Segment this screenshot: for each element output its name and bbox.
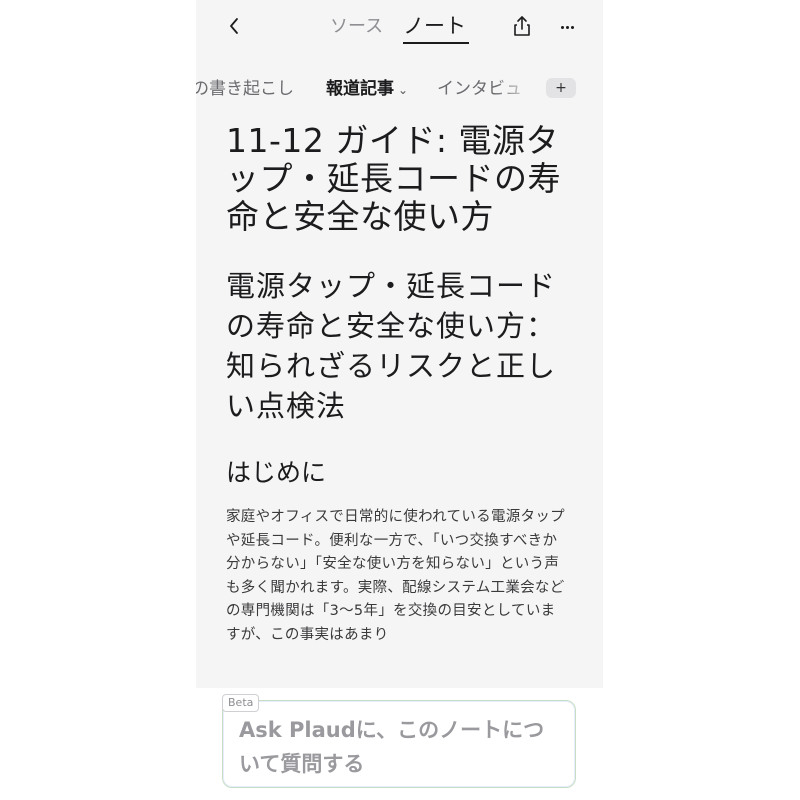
template-tab-news-article[interactable]: 報道記事 ⌄: [326, 74, 408, 99]
page-title: 11-12 ガイド: 電源タップ・延長コードの寿命と安全な使い方: [226, 121, 561, 236]
add-template-button[interactable]: +: [546, 78, 576, 98]
note-content: 11-12 ガイド: 電源タップ・延長コードの寿命と安全な使い方 電源タップ・延…: [226, 122, 566, 647]
more-button[interactable]: [556, 14, 578, 40]
template-tabs: の書き起こし 報道記事 ⌄ インタビュ +: [196, 70, 603, 102]
ask-panel: Ask Plaudに、このノートについて質問する Beta: [196, 688, 603, 800]
more-horizontal-icon: [560, 25, 564, 29]
ask-input[interactable]: Ask Plaudに、このノートについて質問する: [222, 700, 576, 788]
top-navigation: ソース ノート: [196, 0, 603, 52]
article-title: 電源タップ・延長コードの寿命と安全な使い方：知られざるリスクと正しい点検法: [226, 269, 557, 423]
share-button[interactable]: [511, 14, 535, 40]
template-tab-transcript[interactable]: の書き起こし: [196, 74, 294, 99]
ask-placeholder: Ask Plaudに、このノートについて質問する: [239, 718, 545, 776]
chevron-down-icon: ⌄: [398, 83, 409, 97]
share-icon: [514, 16, 530, 36]
active-tab-indicator: [403, 42, 469, 44]
chevron-left-icon: [230, 18, 238, 34]
tab-source[interactable]: ソース: [330, 12, 383, 38]
tab-note[interactable]: ノート: [403, 10, 466, 40]
section-heading: はじめに: [226, 458, 327, 487]
body-paragraph: 家庭やオフィスで日常的に使われている電源タップや延長コード。便利な一方で、「いつ…: [226, 509, 565, 643]
fade-overlay: [496, 70, 546, 102]
back-button[interactable]: [222, 12, 246, 40]
beta-badge: Beta: [222, 694, 260, 712]
template-tab-label: 報道記事: [326, 79, 394, 99]
note-screen: ソース ノート の書き起こし 報道記事 ⌄ インタビュ + 11-12 ガイド: …: [196, 0, 603, 800]
